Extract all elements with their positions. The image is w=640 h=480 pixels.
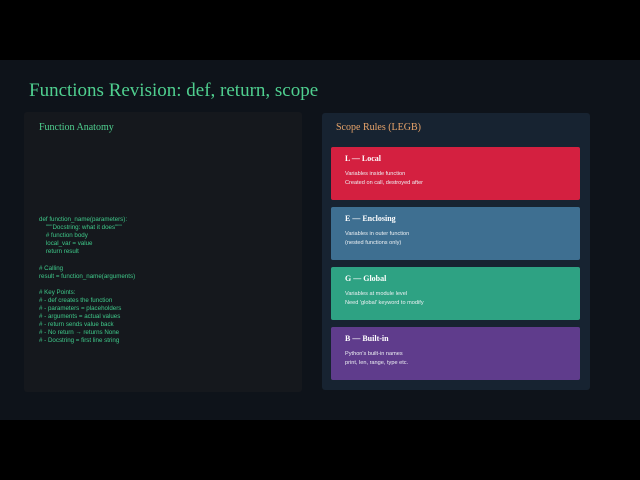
scope-card-line: Variables at module level (345, 291, 408, 297)
scope-card-builtin: B — Built-in Python's built-in names pri… (331, 327, 580, 380)
scope-card-line: Created on call, destroyed after (345, 180, 424, 186)
scope-card-line: Variables inside function (345, 171, 406, 177)
scope-card-local: L — Local Variables inside function Crea… (331, 147, 580, 200)
scope-card-title: B — Built-in (345, 334, 389, 343)
scope-card-line: (nested functions only) (345, 240, 402, 246)
scope-card-title: E — Enclosing (345, 214, 396, 223)
function-anatomy-panel: Function Anatomy def function_name(param… (24, 112, 302, 392)
slide-title: Functions Revision: def, return, scope (29, 80, 319, 101)
scope-card-global: G — Global Variables at module level Nee… (331, 267, 580, 320)
code-block: def function_name(parameters): """Docstr… (39, 216, 136, 345)
scope-card-enclosing: E — Enclosing Variables in outer functio… (331, 207, 580, 260)
scope-card-title: L — Local (345, 154, 382, 163)
slide: Functions Revision: def, return, scope F… (0, 60, 640, 420)
scope-rules-panel: Scope Rules (LEGB) L — Local Variables i… (322, 113, 590, 390)
scope-card-line: Need 'global' keyword to modify (345, 300, 424, 306)
scope-card-title: G — Global (345, 274, 387, 283)
scope-card-line: print, len, range, type etc. (345, 360, 409, 366)
scope-card-line: Variables in outer function (345, 231, 410, 237)
scope-rules-title: Scope Rules (LEGB) (336, 122, 421, 133)
function-anatomy-title: Function Anatomy (39, 122, 114, 133)
scope-card-line: Python's built-in names (345, 351, 403, 357)
